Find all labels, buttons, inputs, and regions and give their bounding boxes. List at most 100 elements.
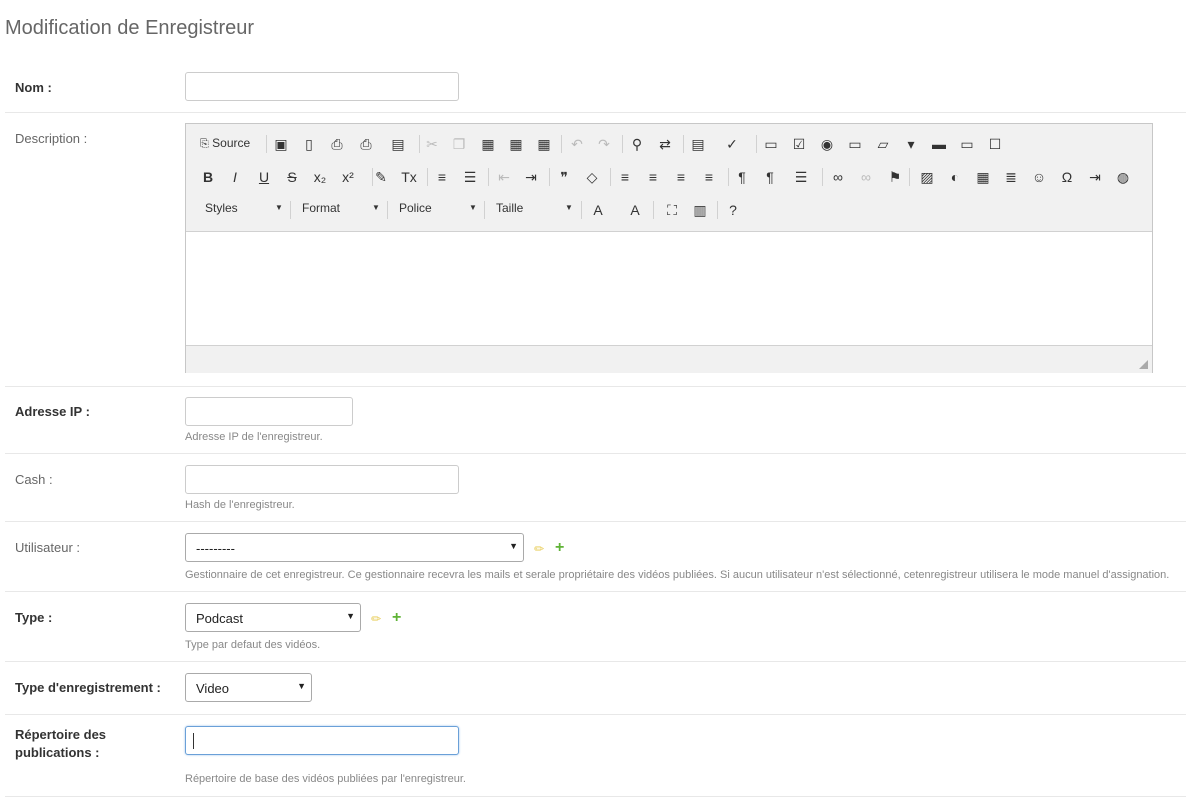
anchor-icon[interactable]: ⚑ [887, 169, 903, 185]
remove-format-icon[interactable]: Tx [401, 169, 417, 185]
police-combo[interactable]: Police ▼ [399, 201, 477, 215]
paste-icon[interactable]: ▦ [480, 136, 496, 152]
replace-icon[interactable]: ⇄ [657, 136, 673, 152]
toolbar-separator [549, 168, 550, 186]
copy-format-icon[interactable]: ✎ [373, 169, 389, 185]
numbered-list-icon[interactable]: ≡ [434, 169, 450, 185]
type-select[interactable]: Podcast ▼ [185, 603, 361, 632]
cut-icon[interactable]: ✂ [424, 136, 440, 152]
toolbar-separator [488, 168, 489, 186]
new-page-icon[interactable]: ▯ [301, 136, 317, 152]
edit-utilisateur-icon[interactable]: ✏ [534, 542, 544, 556]
bg-color-icon[interactable]: A [627, 202, 643, 218]
copy-icon[interactable]: ❐ [451, 136, 467, 152]
toolbar-separator [290, 201, 291, 219]
toolbar-separator [419, 135, 420, 153]
italic-icon[interactable]: I [227, 169, 243, 185]
spellcheck-icon[interactable]: ✓ [724, 136, 740, 152]
type-enregistrement-select[interactable]: Video ▼ [185, 673, 312, 702]
chevron-down-icon: ▼ [565, 203, 573, 212]
smiley-icon[interactable]: ☺ [1031, 169, 1047, 185]
chevron-down-icon: ▼ [275, 203, 283, 212]
source-button[interactable]: ⎘ Source [200, 135, 250, 152]
align-left-icon[interactable]: ≡ [617, 169, 633, 185]
undo-icon[interactable]: ↶ [569, 136, 585, 152]
language-icon[interactable]: ☰ [793, 169, 809, 185]
blockquote-icon[interactable]: ❞ [556, 169, 572, 185]
subscript-icon[interactable]: x₂ [312, 169, 328, 185]
row-ip: Adresse IP : [5, 387, 1186, 454]
page-break-icon[interactable]: ⇥ [1087, 169, 1103, 185]
hidden-field-icon[interactable]: ☐ [987, 136, 1003, 152]
show-blocks-icon[interactable]: ▥ [692, 202, 708, 218]
flash-icon[interactable]: ◐ [947, 169, 963, 185]
paste-text-icon[interactable]: ▦ [508, 136, 524, 152]
label-repertoire: Répertoire des publications : [15, 726, 135, 762]
outdent-icon[interactable]: ⇤ [496, 169, 512, 185]
underline-icon[interactable]: U [256, 169, 272, 185]
find-icon[interactable]: ⚲ [629, 136, 645, 152]
align-center-icon[interactable]: ≡ [645, 169, 661, 185]
justify-icon[interactable]: ≡ [701, 169, 717, 185]
edit-type-icon[interactable]: ✏ [371, 612, 381, 626]
paste-word-icon[interactable]: ▦ [536, 136, 552, 152]
help-icon[interactable]: ? [725, 202, 741, 218]
repertoire-input[interactable] [185, 726, 459, 755]
save-icon[interactable]: ▣ [273, 136, 289, 152]
form-icon[interactable]: ▭ [763, 136, 779, 152]
source-label: Source [212, 136, 250, 150]
image-icon[interactable]: ▨ [919, 169, 935, 185]
maximize-icon[interactable]: ⛶ [664, 202, 680, 218]
utilisateur-select[interactable]: --------- ▼ [185, 533, 524, 562]
superscript-icon[interactable]: x² [340, 169, 356, 185]
preview-icon[interactable]: ⎙ [329, 136, 345, 152]
label-ip: Adresse IP : [15, 403, 90, 421]
redo-icon[interactable]: ↷ [596, 136, 612, 152]
iframe-icon[interactable]: ◍ [1115, 169, 1131, 185]
nom-input[interactable] [185, 72, 459, 101]
link-icon[interactable]: ∞ [830, 169, 846, 185]
taille-combo-label: Taille [496, 201, 523, 215]
table-icon[interactable]: ▦ [975, 169, 991, 185]
cash-input[interactable] [185, 465, 459, 494]
toolbar-separator [909, 168, 910, 186]
styles-combo[interactable]: Styles ▼ [205, 201, 283, 215]
unlink-icon[interactable]: ∞ [858, 169, 874, 185]
indent-icon[interactable]: ⇥ [523, 169, 539, 185]
chevron-down-icon: ▼ [297, 681, 306, 691]
templates-icon[interactable]: ▤ [390, 136, 406, 152]
div-icon[interactable]: ◇ [584, 169, 600, 185]
textfield-icon[interactable]: ▭ [847, 136, 863, 152]
bold-icon[interactable]: B [200, 169, 216, 185]
hr-icon[interactable]: ≣ [1003, 169, 1019, 185]
align-right-icon[interactable]: ≡ [673, 169, 689, 185]
editor-content-area[interactable] [186, 232, 1152, 345]
row-type-enregistrement: Type d'enregistrement : [5, 662, 1186, 715]
text-caret [193, 733, 194, 749]
add-type-icon[interactable]: + [392, 609, 401, 627]
button-icon[interactable]: ▬ [931, 136, 947, 152]
strike-icon[interactable]: S [284, 169, 300, 185]
toolbar-separator [266, 135, 267, 153]
rtl-icon[interactable]: ¶ [762, 169, 778, 185]
taille-combo[interactable]: Taille ▼ [496, 201, 574, 215]
toolbar-separator [372, 168, 373, 186]
ip-input[interactable] [185, 397, 353, 426]
ltr-icon[interactable]: ¶ [734, 169, 750, 185]
checkbox-icon[interactable]: ☑ [791, 136, 807, 152]
radio-icon[interactable]: ◉ [819, 136, 835, 152]
select-all-icon[interactable]: ▤ [690, 136, 706, 152]
image-button-icon[interactable]: ▭ [959, 136, 975, 152]
special-char-icon[interactable]: Ω [1059, 169, 1075, 185]
police-combo-label: Police [399, 201, 432, 215]
print-icon[interactable]: ⎙ [358, 136, 374, 152]
select-field-icon[interactable]: ▾ [903, 136, 919, 152]
format-combo[interactable]: Format ▼ [302, 201, 380, 215]
label-nom: Nom : [15, 79, 52, 97]
bullet-list-icon[interactable]: ☰ [462, 169, 478, 185]
textarea-icon[interactable]: ▱ [875, 136, 891, 152]
add-utilisateur-icon[interactable]: + [555, 539, 564, 557]
resize-grip-icon[interactable] [1139, 360, 1148, 369]
text-color-icon[interactable]: A [590, 202, 606, 218]
editor-footer [186, 345, 1152, 373]
